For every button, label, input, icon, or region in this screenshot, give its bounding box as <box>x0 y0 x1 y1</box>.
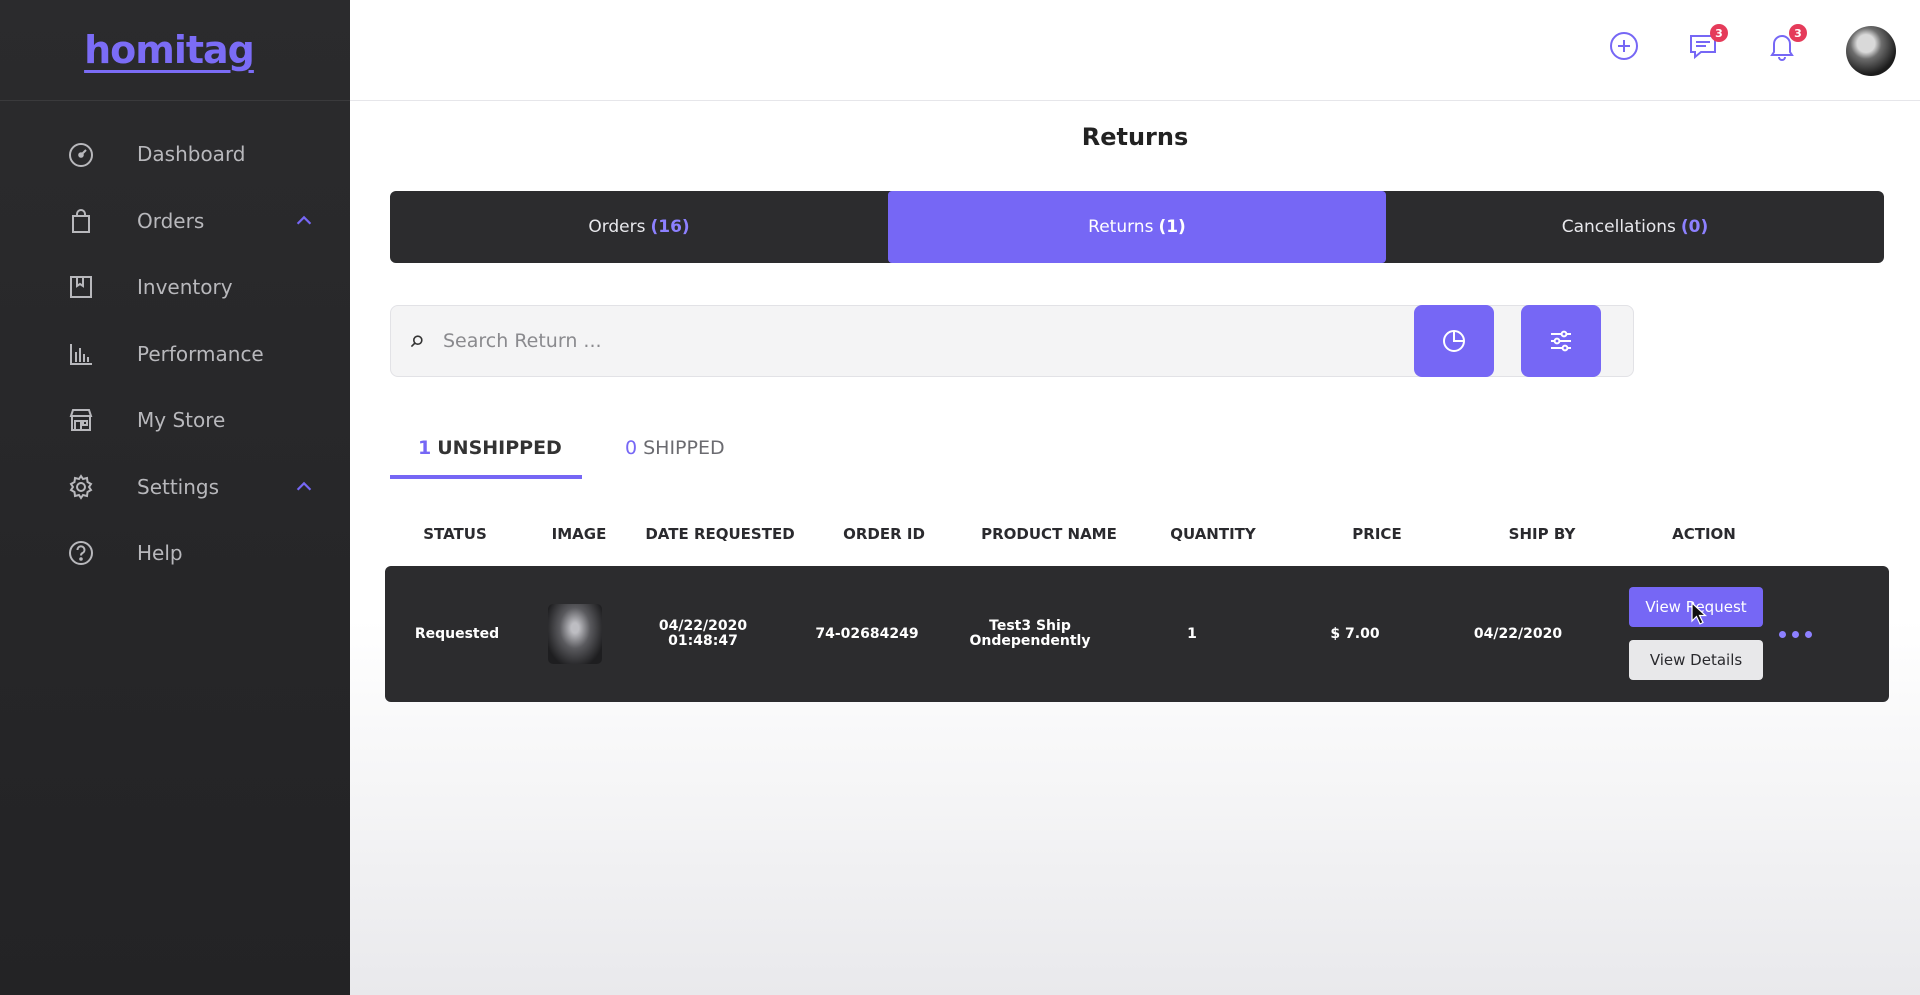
column-header-date-requested[interactable]: DATE REQUESTED <box>645 525 794 543</box>
tab-label: Orders <box>588 217 646 237</box>
column-header-quantity[interactable]: QUANTITY <box>1170 525 1256 543</box>
dot <box>1804 630 1812 638</box>
storefront-icon <box>67 406 95 434</box>
time-value: 01:48:47 <box>668 633 738 649</box>
ship-by-cell: 04/22/2020 <box>1473 625 1563 642</box>
column-header-price[interactable]: PRICE <box>1352 525 1401 543</box>
sidebar-item-my-store[interactable]: My Store <box>0 387 350 454</box>
shopping-bag-icon <box>67 207 95 235</box>
notifications-badge: 3 <box>1789 24 1807 42</box>
sidebar-item-label: Dashboard <box>137 142 246 167</box>
sidebar-item-dashboard[interactable]: Dashboard <box>0 121 350 188</box>
sidebar: homitag Dashboard Orders Inventory Perfo… <box>0 0 350 995</box>
dot <box>1778 630 1786 638</box>
tab-returns[interactable]: Returns (1) <box>888 191 1386 263</box>
add-button[interactable] <box>1607 29 1641 63</box>
sidebar-item-performance[interactable]: Performance <box>0 321 350 388</box>
main-content: Returns Orders (16) Returns (1) Cancellati… <box>350 101 1920 995</box>
tab-count: (0) <box>1680 217 1709 237</box>
notifications-button[interactable]: 3 <box>1765 24 1807 63</box>
sidebar-nav: Dashboard Orders Inventory Performance M… <box>0 101 350 587</box>
tab-label: Returns <box>1088 217 1154 237</box>
tab-orders[interactable]: Orders (16) <box>390 191 888 263</box>
bar-chart-icon <box>67 340 95 368</box>
messages-button[interactable]: 3 <box>1686 24 1728 63</box>
tab-cancellations[interactable]: Cancellations (0) <box>1386 191 1884 263</box>
sidebar-item-label: Orders <box>137 208 205 233</box>
mouse-cursor-icon <box>1691 602 1707 625</box>
table-header: STATUS IMAGE DATE REQUESTED ORDER ID PRO… <box>386 525 1888 555</box>
tab-unshipped[interactable]: 1 UNSHIPPED <box>390 433 582 479</box>
chevron-up-icon[interactable] <box>290 207 318 235</box>
sidebar-item-label: Settings <box>137 474 220 499</box>
table-row: Requested 04/22/2020 01:48:47 74-0268424… <box>385 566 1889 702</box>
sidebar-item-orders[interactable]: Orders <box>0 188 350 255</box>
clock-pie-icon <box>1443 330 1465 352</box>
price-cell: $ 7.00 <box>1330 625 1380 642</box>
sidebar-item-help[interactable]: Help <box>0 520 350 587</box>
status-cell: Requested <box>414 625 500 642</box>
product-name-line: Test3 Ship <box>989 618 1071 634</box>
column-header-order-id[interactable]: ORDER ID <box>843 525 925 543</box>
column-header-status[interactable]: STATUS <box>423 525 487 543</box>
column-header-ship-by[interactable]: SHIP BY <box>1509 525 1576 543</box>
quantity-cell: 1 <box>1187 625 1197 642</box>
search-icon <box>407 331 427 351</box>
bookmark-box-icon <box>67 273 95 301</box>
date-value: 04/22/2020 <box>658 618 748 634</box>
sidebar-item-label: Help <box>137 541 183 566</box>
sidebar-item-label: My Store <box>137 408 226 433</box>
plus-circle-icon <box>1610 32 1638 60</box>
order-type-tabs: Orders (16) Returns (1) Cancellations (0) <box>390 191 1884 263</box>
date-requested-cell: 04/22/2020 01:48:47 <box>659 566 747 702</box>
sidebar-item-settings[interactable]: Settings <box>0 454 350 521</box>
sidebar-item-inventory[interactable]: Inventory <box>0 254 350 321</box>
filter-button[interactable] <box>1521 305 1601 377</box>
product-thumbnail[interactable] <box>548 604 602 664</box>
tab-count: (16) <box>650 217 690 237</box>
column-header-product-name[interactable]: PRODUCT NAME <box>981 525 1117 543</box>
sliders-icon <box>1551 330 1571 352</box>
avatar[interactable] <box>1846 26 1896 76</box>
chevron-up-icon[interactable] <box>290 473 318 501</box>
tab-label: SHIPPED <box>643 437 725 459</box>
history-button[interactable] <box>1414 305 1494 377</box>
dot <box>1791 630 1799 638</box>
search-input[interactable] <box>443 330 1543 352</box>
column-header-image: IMAGE <box>551 525 607 543</box>
view-details-button[interactable]: View Details <box>1629 640 1763 680</box>
tab-count: 1 <box>418 437 432 459</box>
product-name-line: Ondependently <box>969 633 1091 649</box>
page-title: Returns <box>1081 123 1189 151</box>
gear-icon <box>67 473 95 501</box>
homitag-logo[interactable]: homitag <box>84 28 255 72</box>
tab-count: 0 <box>625 437 638 459</box>
image-cell <box>548 566 602 702</box>
tab-label: UNSHIPPED <box>437 437 562 459</box>
sidebar-item-label: Inventory <box>137 275 233 300</box>
question-circle-icon <box>67 539 95 567</box>
gauge-icon <box>67 140 95 168</box>
column-header-action: ACTION <box>1672 525 1736 543</box>
more-options-button[interactable] <box>1765 616 1825 652</box>
tab-shipped[interactable]: 0 SHIPPED <box>625 433 725 479</box>
tab-count: (1) <box>1158 217 1186 237</box>
order-id-cell[interactable]: 74-02684249 <box>815 566 918 702</box>
sidebar-item-label: Performance <box>137 341 264 366</box>
messages-badge: 3 <box>1710 24 1728 42</box>
logo-area: homitag <box>0 0 350 101</box>
product-name-cell: Test3 Ship Ondependently <box>970 566 1091 702</box>
tab-label: Cancellations <box>1561 217 1676 237</box>
top-bar: 3 3 <box>350 0 1920 101</box>
